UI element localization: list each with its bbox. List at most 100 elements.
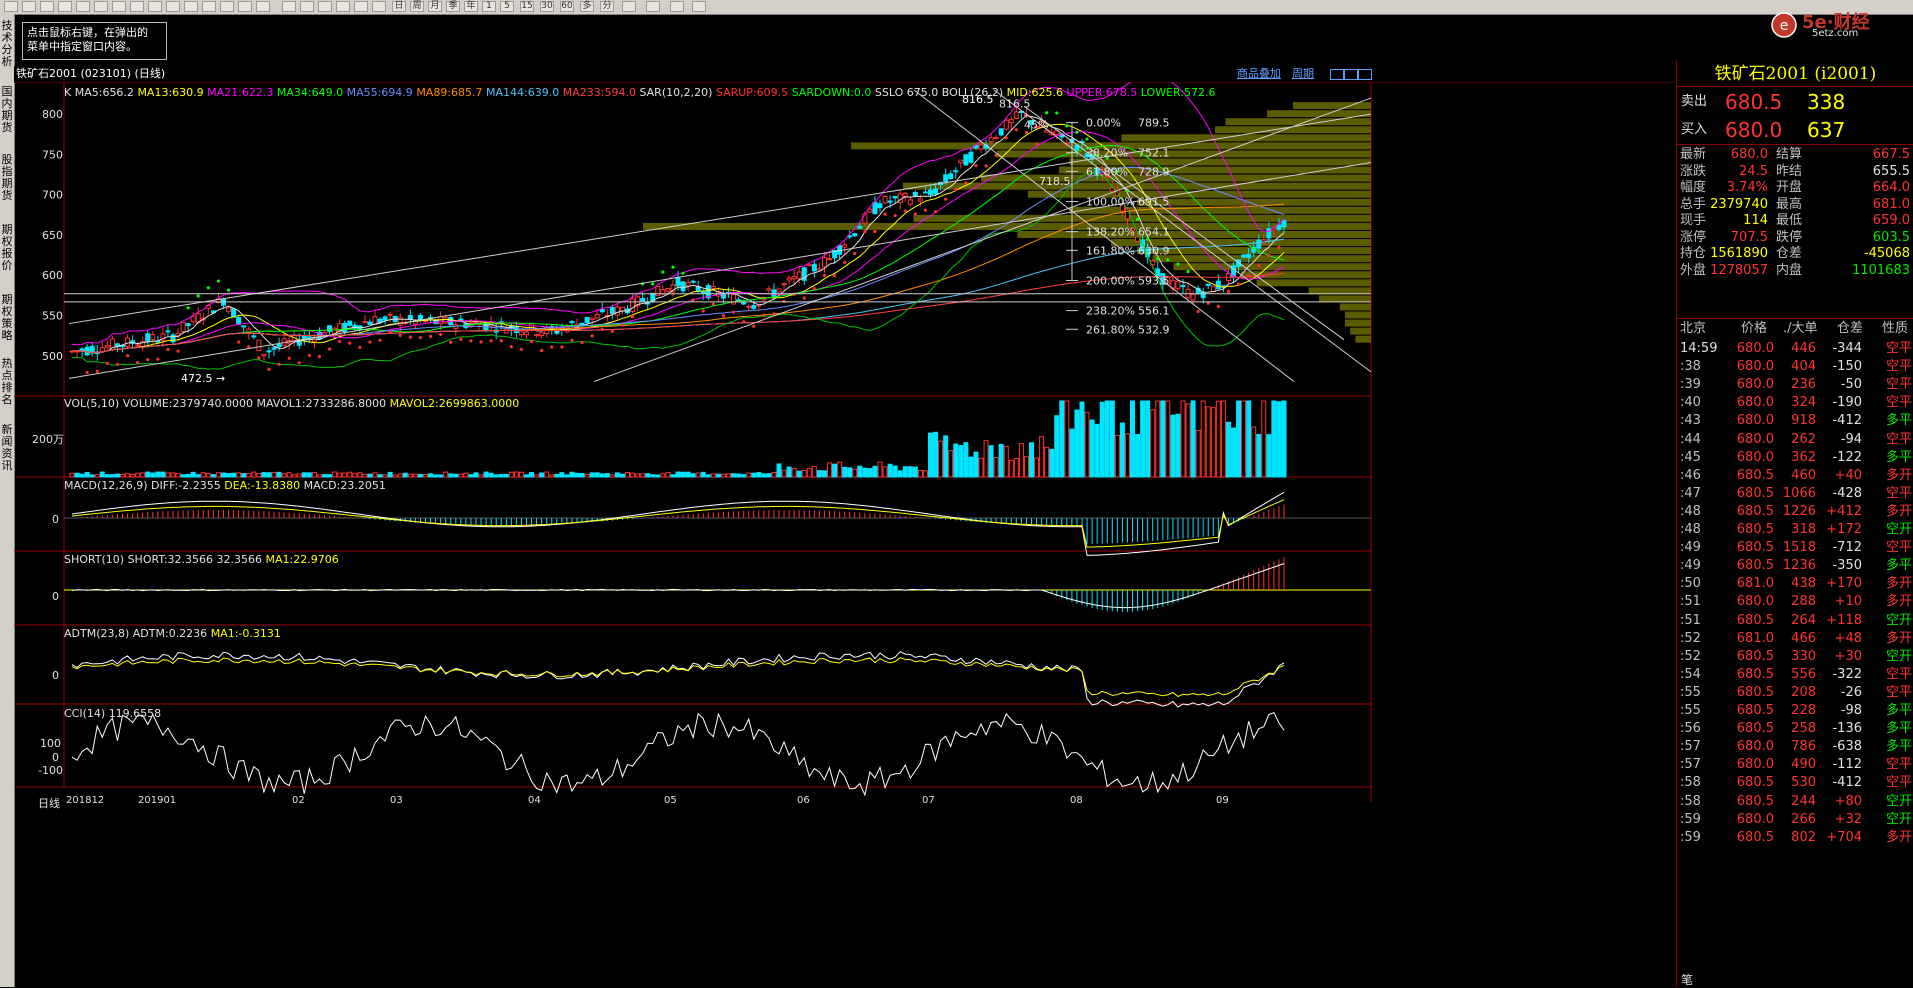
tick-row[interactable]: :59 680.5 802 +704 多开 — [1677, 829, 1913, 847]
sar-dot — [1277, 245, 1281, 250]
window-close-icon[interactable] — [1358, 69, 1372, 80]
sar-dot — [802, 296, 806, 300]
sidebar-tab[interactable]: 热点排名 — [0, 358, 14, 406]
tick-row[interactable]: :58 680.5 244 +80 空开 — [1677, 793, 1913, 811]
toolbar-button[interactable] — [372, 1, 386, 12]
tick-row[interactable]: :55 680.5 228 -98 多平 — [1677, 702, 1913, 720]
candle-body — [998, 128, 1004, 136]
tick-row[interactable]: :51 680.0 288 +10 多开 — [1677, 593, 1913, 611]
tick-row[interactable]: :55 680.5 208 -26 空平 — [1677, 684, 1913, 702]
tick-row[interactable]: :51 680.5 264 +118 空开 — [1677, 612, 1913, 630]
toolbar-button[interactable]: 15 — [520, 1, 534, 12]
tick-row[interactable]: :49 680.5 1236 -350 多平 — [1677, 557, 1913, 575]
volume-bar — [1104, 400, 1110, 478]
sar-dot — [984, 164, 988, 168]
toolbar-button[interactable] — [336, 1, 350, 12]
tick-time: :52 — [1680, 630, 1701, 646]
toolbar-button[interactable] — [4, 1, 18, 12]
kline-chart[interactable]: 800 750 700 650 600 550 500 0.00% 789.5 38.20% 752… — [14, 82, 1674, 987]
hint-line-1: 点击鼠标右键，在弹出的 — [27, 26, 148, 39]
tick-row[interactable]: :48 680.5 1226 +412 多开 — [1677, 503, 1913, 521]
sidebar-tab[interactable]: 国内期货 — [0, 86, 14, 134]
toolbar-button[interactable] — [130, 1, 144, 12]
tick-row[interactable]: :52 680.5 330 +30 空开 — [1677, 648, 1913, 666]
tick-row[interactable]: :47 680.5 1066 -428 空平 — [1677, 485, 1913, 503]
toolbar-button[interactable] — [76, 1, 90, 12]
toolbar-button[interactable] — [282, 1, 296, 12]
tick-price: 680.5 — [1736, 485, 1774, 501]
toolbar-button[interactable]: 30 — [540, 1, 554, 12]
volume-bar — [1140, 400, 1146, 478]
tick-row[interactable]: :38 680.0 404 -150 空平 — [1677, 358, 1913, 376]
toolbar-button[interactable] — [646, 1, 660, 12]
tick-row[interactable]: :48 680.5 318 +172 空开 — [1677, 521, 1913, 539]
volume-bar — [842, 466, 848, 478]
toolbar-button[interactable] — [256, 1, 270, 12]
volume-bar — [357, 472, 363, 478]
toolbar-button[interactable] — [40, 1, 54, 12]
toolbar-button[interactable] — [318, 1, 332, 12]
toolbar-button[interactable] — [692, 1, 706, 12]
volume-bar — [200, 472, 206, 478]
toolbar-button[interactable]: 多 — [580, 1, 594, 12]
toolbar-button[interactable] — [622, 1, 636, 12]
sidebar-tab[interactable]: 新闻资讯 — [0, 424, 14, 472]
volume-bar — [599, 473, 605, 478]
candle-body — [806, 264, 812, 267]
toolbar-button[interactable]: 5 — [500, 1, 514, 12]
toolbar-button[interactable] — [238, 1, 252, 12]
tick-row[interactable]: :50 681.0 438 +170 多开 — [1677, 575, 1913, 593]
vol-mavol2: MAVOL2:2699863.0000 — [389, 397, 520, 410]
toolbar-button[interactable]: 60 — [560, 1, 574, 12]
overlay-commodity-link[interactable]: 商品叠加 — [1237, 66, 1281, 82]
tick-row[interactable]: :49 680.5 1518 -712 空平 — [1677, 539, 1913, 557]
toolbar-button[interactable] — [22, 1, 36, 12]
tick-row[interactable]: :54 680.5 556 -322 空平 — [1677, 666, 1913, 684]
toolbar-button[interactable] — [112, 1, 126, 12]
toolbar-button[interactable]: 月 — [428, 1, 442, 12]
sar-dot — [570, 338, 574, 343]
toolbar-button[interactable]: 日 — [392, 1, 406, 12]
tick-row[interactable]: :40 680.0 324 -190 空平 — [1677, 394, 1913, 412]
sidebar-tab[interactable]: 期权策略 — [0, 294, 14, 342]
cci-line — [71, 712, 1285, 797]
toolbar-button[interactable]: 季 — [446, 1, 460, 12]
tick-row[interactable]: :43 680.0 918 -412 多平 — [1677, 412, 1913, 430]
tick-row[interactable]: :39 680.0 236 -50 空平 — [1677, 376, 1913, 394]
tick-row[interactable]: :58 680.5 530 -412 空平 — [1677, 774, 1913, 792]
volume-bar — [943, 435, 949, 478]
tick-row[interactable]: :52 681.0 466 +48 多开 — [1677, 630, 1913, 648]
toolbar-button[interactable]: 周 — [410, 1, 424, 12]
sar-dot — [156, 357, 160, 361]
toolbar-button[interactable] — [300, 1, 314, 12]
toolbar-button[interactable]: 1 — [482, 1, 496, 12]
toolbar-button[interactable]: 年 — [464, 1, 478, 12]
tick-row[interactable]: :44 680.0 262 -94 空平 — [1677, 431, 1913, 449]
toolbar-button[interactable] — [148, 1, 162, 12]
toolbar-button[interactable]: 分 — [600, 1, 614, 12]
tick-row[interactable]: :56 680.5 258 -136 多平 — [1677, 720, 1913, 738]
volume-bar — [109, 474, 115, 478]
tick-row[interactable]: 14:59 680.0 446 -344 空平 — [1677, 340, 1913, 358]
tick-row[interactable]: :45 680.0 362 -122 多平 — [1677, 449, 1913, 467]
sar-dot — [176, 349, 180, 353]
toolbar-button[interactable] — [94, 1, 108, 12]
sidebar-tab[interactable]: 技术分析 — [0, 20, 14, 68]
toolbar-button[interactable] — [166, 1, 180, 12]
toolbar-button[interactable] — [58, 1, 72, 12]
tick-row[interactable]: :57 680.0 786 -638 多平 — [1677, 738, 1913, 756]
toolbar-button[interactable] — [354, 1, 368, 12]
toolbar-button[interactable] — [202, 1, 216, 12]
tick-row[interactable]: :57 680.0 490 -112 空平 — [1677, 756, 1913, 774]
period-link[interactable]: 周期 — [1292, 66, 1314, 82]
tick-row[interactable]: :59 680.0 266 +32 空开 — [1677, 811, 1913, 829]
tick-row[interactable]: :46 680.5 460 +40 多开 — [1677, 467, 1913, 485]
sidebar-tab[interactable]: 期权报价 — [0, 224, 14, 272]
toolbar-button[interactable] — [220, 1, 234, 12]
window-prev-icon[interactable] — [1330, 69, 1344, 80]
window-next-icon[interactable] — [1344, 69, 1358, 80]
sidebar-tab[interactable]: 股指期货 — [0, 154, 14, 202]
volume-bar — [1236, 400, 1242, 478]
toolbar-button[interactable] — [184, 1, 198, 12]
toolbar-button[interactable] — [670, 1, 684, 12]
